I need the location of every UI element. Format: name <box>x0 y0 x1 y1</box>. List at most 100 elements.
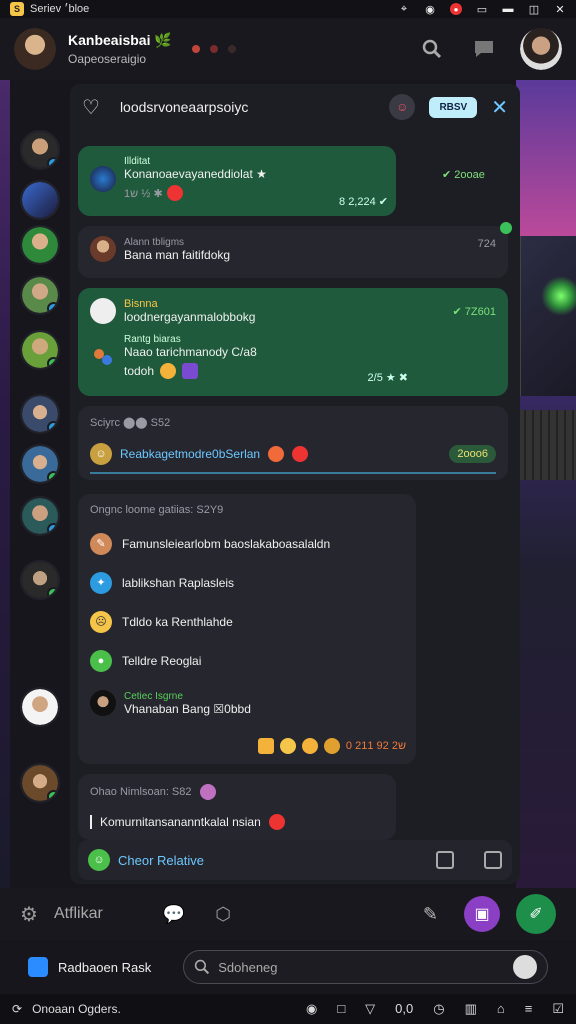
list-item[interactable]: ✦ lablikshan Raplasleis <box>90 563 404 602</box>
camera-icon[interactable] <box>436 851 454 869</box>
notification-icon: ● <box>450 3 462 15</box>
contact-avatar[interactable] <box>20 496 60 536</box>
panel-chip-button[interactable]: RBSV <box>429 96 478 118</box>
chat-bubble-icon[interactable] <box>468 33 500 65</box>
top-header: Kanbeaisbai 🌿 Oapeoseraigio <box>0 18 576 80</box>
message-card[interactable]: Illditat Konanoaevayaneddiolat ★ 1ש ½ ✱ … <box>78 146 396 216</box>
tag-icon[interactable]: ⬡ <box>215 904 231 925</box>
mic-icon[interactable] <box>513 955 537 979</box>
contact-avatar[interactable] <box>20 330 60 370</box>
compose-bar: Radbaoen Rask Sdoheneg <box>0 944 576 990</box>
emoji-icon <box>160 363 177 379</box>
list-item[interactable]: ● Telldre Reoglai <box>90 641 404 680</box>
message-heading: Ohao Nimlsoan: S82 <box>90 786 192 798</box>
message-stamp: 2/5 ★ ✖ <box>367 372 408 384</box>
panel-title: loodsrvoneaarpsoiyc <box>119 99 249 115</box>
message-text: Bana man faitifdokg <box>124 247 231 262</box>
background-glow-right <box>516 80 576 900</box>
contact-avatar[interactable] <box>20 444 60 484</box>
emoji-icon: ☺ <box>90 443 112 465</box>
status-app-label: Seriev ׳bloe <box>30 3 90 15</box>
search-icon <box>195 959 210 975</box>
brand-icon <box>28 957 48 977</box>
media-fab-button[interactable]: ▣ <box>464 896 500 932</box>
app-switch-icon[interactable]: ⟳ <box>12 1002 22 1016</box>
brand-label: Radbaoen Rask <box>58 959 152 975</box>
contact-avatar[interactable] <box>20 275 60 315</box>
zoom-readout: 0,0 <box>395 1001 414 1016</box>
search-placeholder: Sdoheneg <box>218 959 278 975</box>
message-time: ✔ 7Z601 <box>452 305 496 318</box>
close-panel-icon[interactable]: ✕ <box>491 95 508 120</box>
emoji-icon <box>279 738 296 754</box>
attachment-icon[interactable]: ✎ <box>423 904 438 925</box>
message-card[interactable]: Sciyrc ⬤⬤ S52 ☺ Reabkagetmodre0bSerlan 2… <box>78 406 508 480</box>
message-heading: Sciyrc ⬤⬤ S52 <box>90 417 171 429</box>
wifi-icon: ◉ <box>425 3 435 16</box>
header-presence-dots <box>191 45 236 53</box>
background-keyboard <box>518 410 576 480</box>
user-avatar[interactable] <box>14 28 56 70</box>
check-icon[interactable]: ☑ <box>552 1001 564 1017</box>
window-icon: ◫ <box>528 3 540 16</box>
message-time: 2ooo6 <box>449 445 496 463</box>
panel-footer-label[interactable]: Cheor Relative <box>118 853 204 868</box>
list-item[interactable]: ✎ Famunsleiearlobm baoslakaboasalaldn <box>90 524 404 563</box>
list-item-label: Telldre Reoglai <box>122 653 202 668</box>
heart-icon[interactable]: ♡ <box>82 95 100 120</box>
profile-avatar[interactable] <box>520 28 562 70</box>
message-text: Konanoaevayaneddiolat ★ <box>124 167 267 181</box>
bird-icon: ✦ <box>90 571 112 594</box>
green-dot-icon: ● <box>90 649 112 672</box>
message-card[interactable]: Bisnna loodnergayanmalobbokg ✔ 7Z601 Ran… <box>78 288 508 396</box>
message-meta: 1ש ½ ✱ <box>124 187 163 200</box>
reaction-icon[interactable]: ☺ <box>389 94 416 120</box>
list-card-heading: Ongnc loome gatiias: S2Y9 <box>90 504 224 516</box>
sender-avatar <box>90 690 116 716</box>
message-text: Komurnitansananntkalal nsian <box>100 815 261 829</box>
background-glow-left <box>0 80 10 900</box>
bell-icon[interactable]: ⌂ <box>497 1001 505 1017</box>
clock-icon[interactable]: ◷ <box>433 1001 444 1017</box>
settings-icon[interactable]: ⚙ <box>20 902 38 927</box>
image-icon[interactable] <box>484 851 502 869</box>
status-icon: ☺ <box>88 849 110 871</box>
list-item[interactable]: ☹ Tdldo ka Renthlahde <box>90 602 404 641</box>
search-icon[interactable] <box>416 33 448 65</box>
app-logo-icon: S <box>10 2 24 16</box>
header-title: Kanbeaisbai 🌿 <box>68 32 172 48</box>
sender-avatar <box>90 236 116 262</box>
nav-label: Onoaan Ogders. <box>32 1002 121 1016</box>
location-icon: ⌖ <box>400 2 408 15</box>
contact-avatar[interactable] <box>20 687 60 727</box>
record-icon[interactable]: ◉ <box>306 1001 317 1017</box>
contact-avatar[interactable] <box>20 225 60 265</box>
contact-avatar[interactable] <box>20 394 60 434</box>
message-text: todoh <box>124 364 155 378</box>
chat-icon[interactable]: 💬 <box>163 904 185 925</box>
shield-icon[interactable]: ▽ <box>365 1001 375 1017</box>
book-icon[interactable]: ▥ <box>465 1001 477 1017</box>
status-bar: S Seriev ׳bloe ⌖ ◉ ● ▭ ▬ ◫ ✕ <box>0 0 576 18</box>
flag-icon: ▬ <box>502 3 514 15</box>
list-icon[interactable]: ≡ <box>525 1001 533 1017</box>
brush-icon: ✎ <box>90 532 112 555</box>
message-card[interactable]: Ohao Nimlsoan: S82 Komurnitansananntkala… <box>78 774 396 840</box>
list-card-stamp: 0 2ש2 92 11 <box>345 740 406 752</box>
close-icon[interactable]: ✕ <box>554 3 566 16</box>
list-card: Ongnc loome gatiias: S2Y9 ✎ Famunsleiear… <box>78 494 416 764</box>
contact-avatar[interactable] <box>20 180 60 220</box>
search-input[interactable]: Sdoheneg <box>183 950 548 984</box>
contact-avatar[interactable] <box>20 763 60 803</box>
divider <box>90 472 496 474</box>
compose-fab-button[interactable]: ✐ <box>516 894 556 934</box>
contact-avatar[interactable] <box>20 130 60 170</box>
emoji-icon <box>292 446 309 462</box>
action-bar-label: Atflikar <box>53 905 103 922</box>
contact-avatar[interactable] <box>20 560 60 600</box>
message-card[interactable]: Alann tbligms Bana man faitifdokg 724 <box>78 222 512 278</box>
battery-icon: ▭ <box>476 3 488 16</box>
panel-footer: ☺ Cheor Relative <box>78 840 512 880</box>
sender-label: Cetiec Isgrne <box>124 690 183 702</box>
square-icon[interactable]: □ <box>337 1001 345 1017</box>
